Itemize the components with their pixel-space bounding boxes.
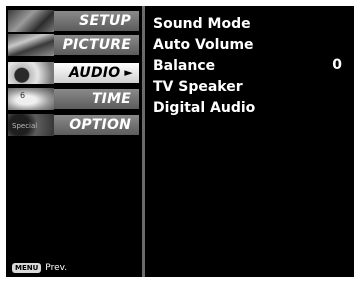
submenu-item-label: Digital Audio xyxy=(153,100,256,116)
menu-item-label: PICTURE xyxy=(62,37,131,53)
menu-item-setup[interactable]: SETUP xyxy=(8,10,139,32)
main-menu-sidebar: SETUP PICTURE AUDIO ► 6 TIME Special OPTI… xyxy=(6,6,142,277)
balance-value: 0 xyxy=(332,57,342,73)
menu-key-icon: MENU xyxy=(12,263,42,273)
submenu-item-label: Sound Mode xyxy=(153,16,251,32)
submenu-item-auto-volume[interactable]: Auto Volume xyxy=(153,35,342,53)
menu-item-label: AUDIO ► xyxy=(69,65,133,81)
menu-item-audio[interactable]: AUDIO ► xyxy=(8,62,139,84)
submenu-item-label: Balance xyxy=(153,58,216,74)
time-thumbnail-icon: 6 xyxy=(8,88,54,110)
submenu-item-digital-audio[interactable]: Digital Audio xyxy=(153,98,342,116)
footer-hint: MENU Prev. xyxy=(12,262,67,274)
audio-thumbnail-icon xyxy=(8,62,54,84)
submenu-item-sound-mode[interactable]: Sound Mode xyxy=(153,14,342,32)
menu-item-time[interactable]: 6 TIME xyxy=(8,88,139,110)
menu-item-option[interactable]: Special OPTION xyxy=(8,114,139,136)
submenu-item-label: Auto Volume xyxy=(153,37,254,53)
audio-submenu: Sound Mode Auto Volume Balance 0 TV Spea… xyxy=(145,6,354,277)
option-thumbnail-icon: Special xyxy=(8,114,54,136)
setup-thumbnail-icon xyxy=(8,10,54,32)
submenu-item-label: TV Speaker xyxy=(153,79,243,95)
thumb-text: Special xyxy=(12,122,38,130)
menu-item-label: TIME xyxy=(91,91,131,107)
menu-item-label: SETUP xyxy=(79,13,131,29)
menu-item-label: OPTION xyxy=(69,117,131,133)
submenu-item-tv-speaker[interactable]: TV Speaker xyxy=(153,77,342,95)
picture-thumbnail-icon xyxy=(8,34,54,56)
prev-label: Prev. xyxy=(45,263,68,273)
submenu-item-balance[interactable]: Balance 0 xyxy=(153,56,342,74)
selected-arrow-icon: ► xyxy=(124,66,133,79)
thumb-text: 6 xyxy=(20,91,26,100)
menu-item-picture[interactable]: PICTURE xyxy=(8,34,139,56)
